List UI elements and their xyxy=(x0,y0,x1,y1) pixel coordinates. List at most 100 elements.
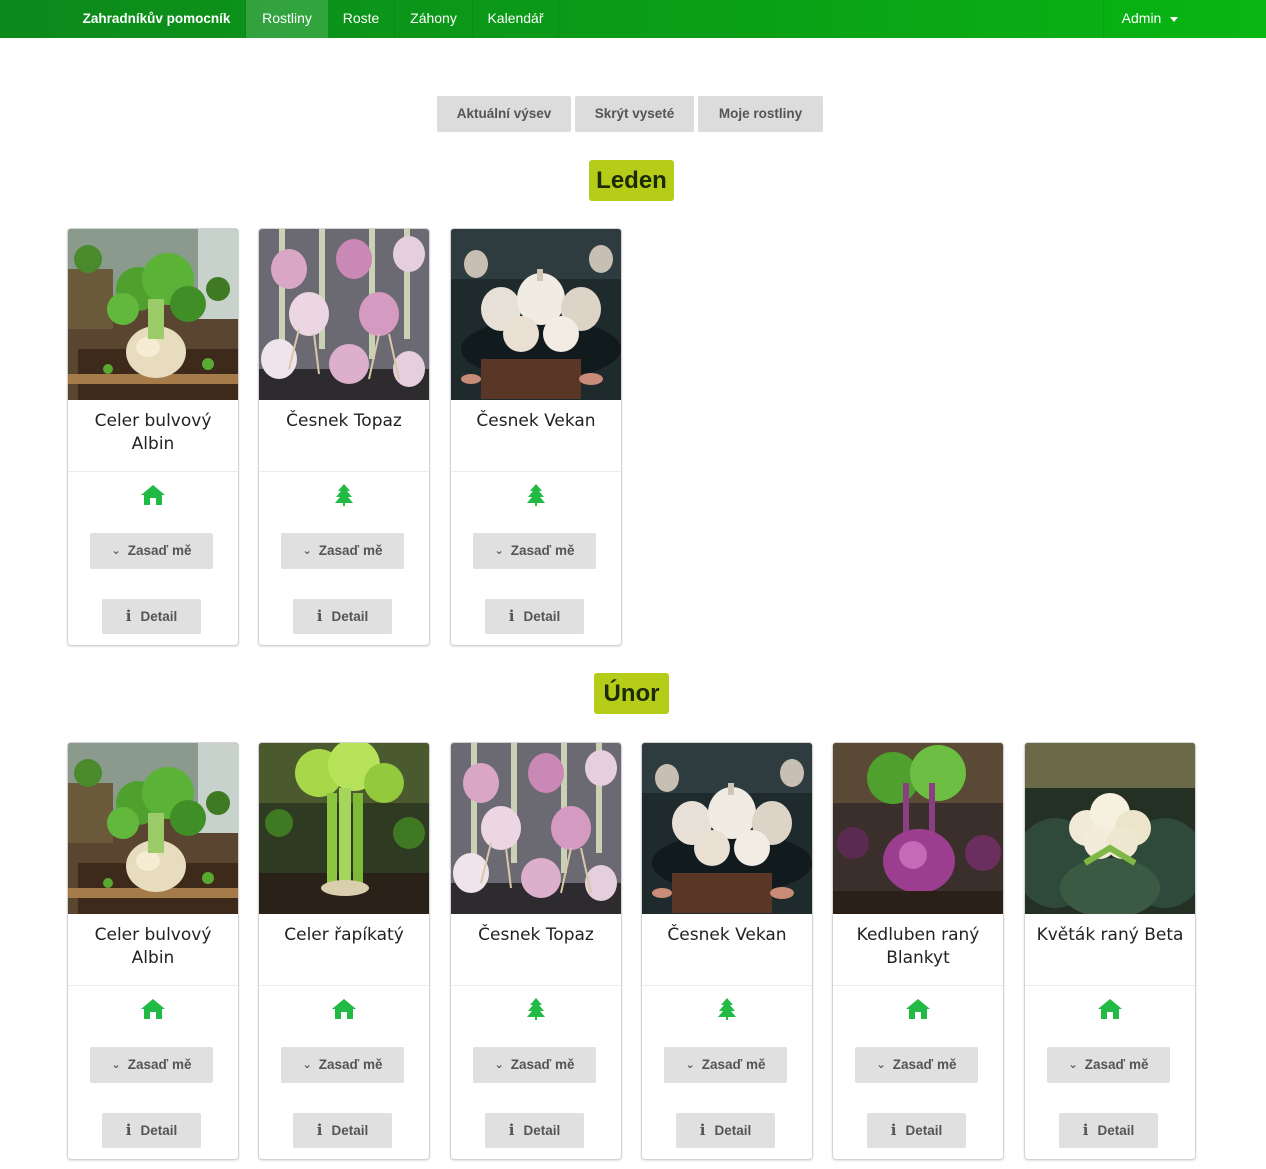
plant-me-label: Zasaď mě xyxy=(318,543,383,558)
chevron-double-down-icon: ⌄ xyxy=(876,1059,886,1071)
filter-hide-sown-button[interactable]: Skrýt vyseté xyxy=(575,96,694,132)
detail-button[interactable]: i Detail xyxy=(293,599,392,634)
plant-me-button[interactable]: ⌄ Zasaď mě xyxy=(90,1047,213,1083)
plant-me-button[interactable]: ⌄ Zasaď mě xyxy=(664,1047,787,1083)
divider xyxy=(259,985,429,986)
detail-button[interactable]: i Detail xyxy=(293,1113,392,1148)
plant-card: Česnek Vekan ⌄ Zasaď mě i Detail xyxy=(450,228,622,646)
plant-image[interactable] xyxy=(1025,743,1195,914)
detail-button[interactable]: i Detail xyxy=(102,599,201,634)
plant-me-label: Zasaď mě xyxy=(318,1057,383,1072)
plant-name: Kedluben raný Blankyt xyxy=(856,925,980,968)
detail-button[interactable]: i Detail xyxy=(1059,1113,1158,1148)
chevron-double-down-icon: ⌄ xyxy=(111,1059,121,1071)
plant-me-button[interactable]: ⌄ Zasaď mě xyxy=(281,533,404,569)
detail-label: Detail xyxy=(331,609,369,624)
plant-image[interactable] xyxy=(451,229,621,400)
divider xyxy=(68,471,238,472)
chevron-double-down-icon: ⌄ xyxy=(494,1059,504,1071)
plant-name: Česnek Topaz xyxy=(286,411,402,431)
plant-image[interactable] xyxy=(68,743,238,914)
plant-me-label: Zasaď mě xyxy=(510,1057,575,1072)
info-icon: i xyxy=(699,1121,706,1139)
plant-card: Česnek Topaz ⌄ Zasaď mě i Detail xyxy=(450,742,622,1160)
detail-label: Detail xyxy=(140,1123,178,1138)
divider xyxy=(259,471,429,472)
plant-card: Květák raný Beta ⌄ Zasaď mě i Detail xyxy=(1024,742,1196,1160)
plant-card: Česnek Vekan ⌄ Zasaď mě i Detail xyxy=(641,742,813,1160)
nav-item-kalendar[interactable]: Kalendář xyxy=(473,0,559,38)
plant-me-button[interactable]: ⌄ Zasaď mě xyxy=(281,1047,404,1083)
detail-button[interactable]: i Detail xyxy=(102,1113,201,1148)
plant-image[interactable] xyxy=(451,743,621,914)
plant-name: Celer řapíkatý xyxy=(284,925,404,945)
detail-label: Detail xyxy=(714,1123,752,1138)
filter-current-sowing-button[interactable]: Aktuální výsev xyxy=(437,96,571,132)
month-heading: Leden xyxy=(589,160,674,201)
nav-item-rostliny[interactable]: Rostliny xyxy=(246,0,328,38)
plant-me-label: Zasaď mě xyxy=(127,543,192,558)
plant-name: Celer bulvový Albin xyxy=(94,411,212,454)
detail-label: Detail xyxy=(140,609,178,624)
brand-link[interactable]: Zahradníkův pomocník xyxy=(68,0,246,38)
chevron-double-down-icon: ⌄ xyxy=(494,545,504,557)
plant-me-button[interactable]: ⌄ Zasaď mě xyxy=(90,533,213,569)
info-icon: i xyxy=(1082,1121,1089,1139)
top-navbar: Zahradníkův pomocník Rostliny Roste Záho… xyxy=(0,0,1266,38)
tree-icon xyxy=(714,997,740,1021)
user-menu[interactable]: Admin xyxy=(1103,0,1196,38)
plant-image[interactable] xyxy=(259,229,429,400)
divider xyxy=(642,985,812,986)
detail-button[interactable]: i Detail xyxy=(867,1113,966,1148)
plant-card: Česnek Topaz ⌄ Zasaď mě i Detail xyxy=(258,228,430,646)
house-icon xyxy=(140,483,166,507)
detail-label: Detail xyxy=(1097,1123,1135,1138)
chevron-double-down-icon: ⌄ xyxy=(685,1059,695,1071)
chevron-double-down-icon: ⌄ xyxy=(1068,1059,1078,1071)
info-icon: i xyxy=(316,607,323,625)
divider xyxy=(833,985,1003,986)
plant-me-button[interactable]: ⌄ Zasaď mě xyxy=(473,533,596,569)
house-icon xyxy=(1097,997,1123,1021)
detail-label: Detail xyxy=(331,1123,369,1138)
info-icon: i xyxy=(125,607,132,625)
chevron-double-down-icon: ⌄ xyxy=(111,545,121,557)
chevron-double-down-icon: ⌄ xyxy=(302,545,312,557)
plant-me-button[interactable]: ⌄ Zasaď mě xyxy=(1047,1047,1170,1083)
plant-me-button[interactable]: ⌄ Zasaď mě xyxy=(473,1047,596,1083)
detail-button[interactable]: i Detail xyxy=(485,599,584,634)
house-icon xyxy=(905,997,931,1021)
plant-image[interactable] xyxy=(833,743,1003,914)
plant-card: Celer bulvový Albin ⌄ Zasaď mě i Detail xyxy=(67,742,239,1160)
detail-label: Detail xyxy=(523,609,561,624)
tree-icon xyxy=(523,483,549,507)
nav-item-zahony[interactable]: Záhony xyxy=(395,0,473,38)
plant-name: Česnek Topaz xyxy=(478,925,594,945)
info-icon: i xyxy=(508,607,515,625)
plant-image[interactable] xyxy=(642,743,812,914)
plant-card: Celer řapíkatý ⌄ Zasaď mě i Detail xyxy=(258,742,430,1160)
divider xyxy=(451,471,621,472)
plant-name: Česnek Vekan xyxy=(667,925,787,945)
plant-name: Květák raný Beta xyxy=(1036,925,1184,945)
plant-image[interactable] xyxy=(68,229,238,400)
plant-me-label: Zasaď mě xyxy=(510,543,575,558)
user-name: Admin xyxy=(1121,10,1162,26)
caret-down-icon xyxy=(1170,16,1179,22)
chevron-double-down-icon: ⌄ xyxy=(302,1059,312,1071)
plant-me-label: Zasaď mě xyxy=(127,1057,192,1072)
house-icon xyxy=(140,997,166,1021)
house-icon xyxy=(331,997,357,1021)
filter-my-plants-button[interactable]: Moje rostliny xyxy=(698,96,823,132)
detail-label: Detail xyxy=(523,1123,561,1138)
plant-me-button[interactable]: ⌄ Zasaď mě xyxy=(855,1047,978,1083)
month-heading: Únor xyxy=(594,673,669,714)
info-icon: i xyxy=(508,1121,515,1139)
nav-item-roste[interactable]: Roste xyxy=(328,0,395,38)
detail-button[interactable]: i Detail xyxy=(676,1113,775,1148)
plant-image[interactable] xyxy=(259,743,429,914)
plant-me-label: Zasaď mě xyxy=(1084,1057,1149,1072)
info-icon: i xyxy=(316,1121,323,1139)
plant-me-label: Zasaď mě xyxy=(892,1057,957,1072)
detail-button[interactable]: i Detail xyxy=(485,1113,584,1148)
